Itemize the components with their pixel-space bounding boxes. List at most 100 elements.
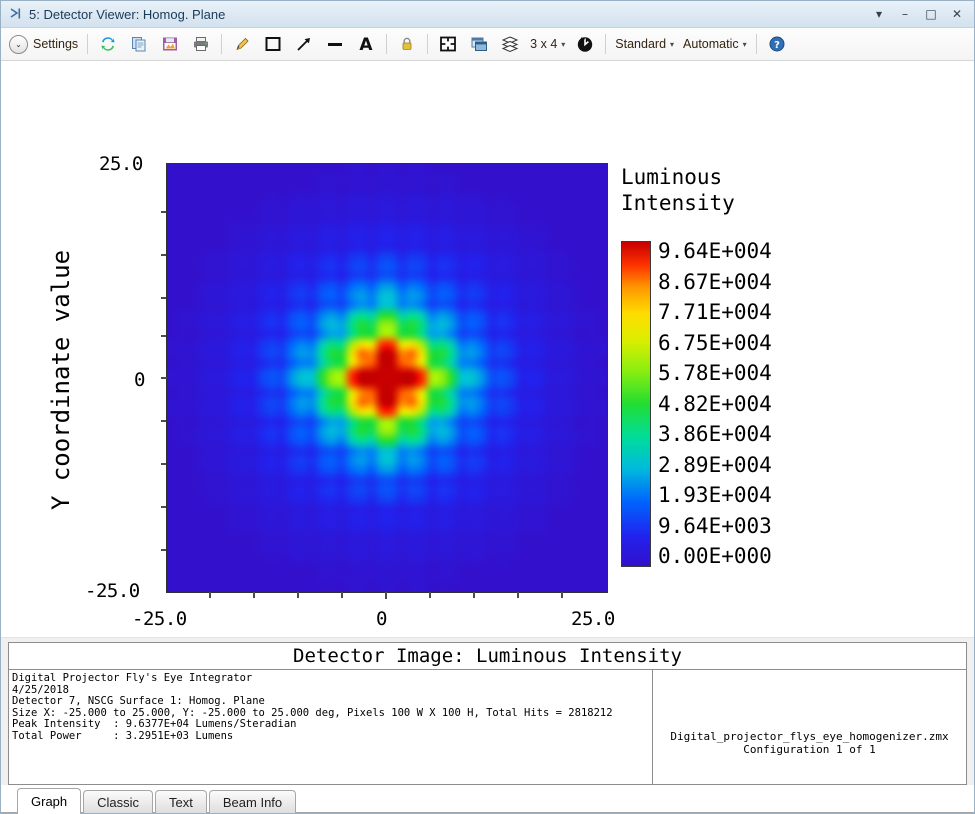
window-title: 5: Detector Viewer: Homog. Plane [29,7,225,22]
y-tick [161,335,166,337]
y-tick [161,211,166,213]
y-tick [161,377,167,379]
help-icon: ? [766,33,788,55]
save-icon [159,33,181,55]
info-panel-title: Detector Image: Luminous Intensity [9,643,966,670]
view-tabs: GraphClassicTextBeam Info [1,785,974,813]
save-button[interactable] [155,30,185,58]
scale-label: Automatic [683,37,739,51]
settings-label: Settings [33,37,78,51]
colorbar-tick-label: 3.86E+004 [658,424,772,445]
x-tick [561,592,563,598]
tab-classic[interactable]: Classic [83,790,153,813]
x-tick [341,592,343,598]
colorbar-tick-label: 5.78E+004 [658,363,772,384]
y-axis-title: Y coordinate value [47,170,75,590]
y-tick [161,463,166,465]
help-button[interactable]: ? [762,30,792,58]
window-dropdown-button[interactable]: ▾ [866,2,892,26]
y-tick [161,549,166,551]
colorbar-tick-label: 6.75E+004 [658,333,772,354]
grid-layout-label: 3 x 4 [530,37,557,51]
info-text-region[interactable]: Digital Projector Fly's Eye Integrator 4… [9,670,653,784]
colorbar-tick-label: 7.71E+004 [658,302,772,323]
y-tick-label: 0 [134,369,145,391]
colorbar-tick-label: 0.00E+000 [658,546,772,567]
detector-viewer-window: 5: Detector Viewer: Homog. Plane ▾ – □ ✕… [0,0,975,814]
chevron-down-icon: ⌄ [9,35,28,54]
file-name: Digital_projector_flys_eye_homogenizer.z… [670,730,948,743]
tab-text[interactable]: Text [155,790,207,813]
text-tool-button[interactable]: A [351,30,381,58]
y-tick [161,506,166,508]
toolbar-separator [221,34,222,54]
rectangle-icon [262,33,284,55]
window-icon [468,33,490,55]
pencil-icon [231,33,253,55]
x-tick [209,592,211,598]
refresh-button[interactable] [93,30,123,58]
toolbar: ⌄ Settings [1,28,974,61]
detector-window-icon [7,7,27,21]
file-info-text: Digital_projector_flys_eye_homogenizer.z… [653,730,966,756]
svg-text:A: A [360,35,374,54]
toolbar-separator [756,34,757,54]
line-tool-button[interactable] [320,30,350,58]
tab-graph[interactable]: Graph [17,788,81,813]
toolbar-separator [386,34,387,54]
colorbar-tick-label: 8.67E+004 [658,272,772,293]
colorbar-tick-label: 4.82E+004 [658,394,772,415]
tab-beam-info[interactable]: Beam Info [209,790,296,813]
colorbar-tick-label: 9.64E+003 [658,516,772,537]
plot-content: 25.0 0 -25.0 -25.0 0 25.0 Y coordinate v… [1,61,974,638]
lock-button[interactable] [392,30,422,58]
title-bar: 5: Detector Viewer: Homog. Plane ▾ – □ ✕ [1,1,974,28]
detector-plot: 25.0 0 -25.0 -25.0 0 25.0 Y coordinate v… [1,61,974,638]
colorbar-tick-label: 9.64E+004 [658,241,772,262]
pencil-tool-button[interactable] [227,30,257,58]
y-tick [161,254,166,256]
y-tick [161,297,166,299]
file-info-region: Digital_projector_flys_eye_homogenizer.z… [653,670,966,784]
x-tick [429,592,431,598]
arrow-tool-button[interactable] [289,30,319,58]
settings-button[interactable]: ⌄ Settings [5,30,82,58]
x-tick [385,592,387,599]
x-tick [297,592,299,598]
close-button[interactable]: ✕ [944,2,970,26]
configuration-label: Configuration 1 of 1 [743,743,875,756]
detector-summary-text: Digital Projector Fly's Eye Integrator 4… [12,673,652,742]
colorbar-gradient [621,241,651,567]
info-panel-body: Digital Projector Fly's Eye Integrator 4… [9,670,966,784]
layers-button[interactable] [495,30,525,58]
fit-window-button[interactable] [433,30,463,58]
colorbar-tick-label: 1.93E+004 [658,485,772,506]
minimize-button[interactable]: – [892,2,918,26]
window-button[interactable] [464,30,494,58]
y-tick [161,420,166,422]
style-selector[interactable]: Standard ▾ [611,30,678,58]
y-tick-label: -25.0 [85,580,140,602]
info-panel: Detector Image: Luminous Intensity Digit… [8,642,967,785]
reset-button[interactable] [570,30,600,58]
maximize-button[interactable]: □ [918,2,944,26]
line-icon [324,33,346,55]
chevron-down-icon: ▾ [670,40,674,49]
grid-layout-selector[interactable]: 3 x 4 ▾ [526,30,569,58]
x-tick-label: -25.0 [132,608,187,630]
print-icon [190,33,212,55]
copy-button[interactable] [124,30,154,58]
detector-heatmap[interactable] [166,163,608,593]
colorbar-tick-label: 2.89E+004 [658,455,772,476]
rectangle-tool-button[interactable] [258,30,288,58]
reset-icon [574,33,596,55]
x-axis-title: X coordinate value [166,636,606,638]
chevron-down-icon: ▾ [743,40,747,49]
toolbar-separator [605,34,606,54]
scale-selector[interactable]: Automatic ▾ [679,30,751,58]
colorbar-title: Luminous Intensity [621,165,735,216]
chevron-down-icon: ▾ [561,40,565,49]
svg-text:?: ? [774,40,780,51]
x-tick-label: 25.0 [571,608,615,630]
print-button[interactable] [186,30,216,58]
